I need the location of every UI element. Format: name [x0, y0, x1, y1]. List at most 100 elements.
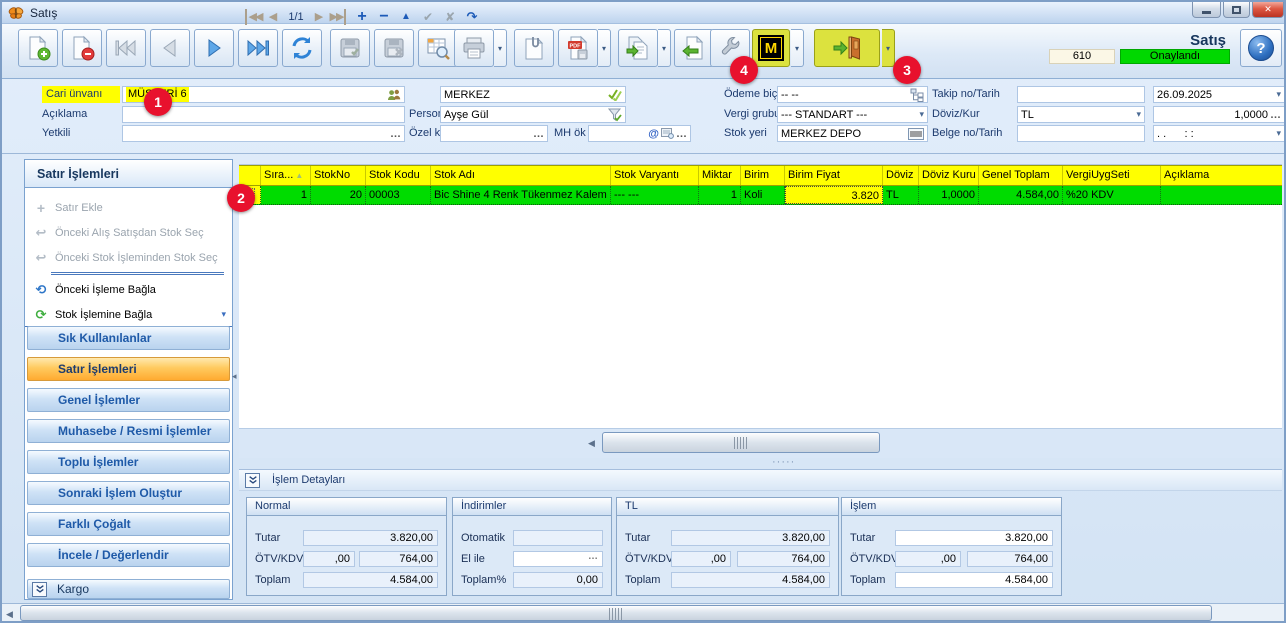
exit-dropdown[interactable]: ▾ [882, 29, 895, 67]
cell-miktar[interactable]: 1 [699, 186, 741, 204]
chevron-down-icon[interactable]: ▾ [1276, 89, 1281, 100]
sidebar-item-onceki-isleme-bagla[interactable]: ⟲ Önceki İşleme Bağla [25, 278, 232, 302]
kdv-field[interactable]: 764,00 [737, 551, 830, 567]
help-button[interactable]: ? [1240, 29, 1282, 67]
cell-sira[interactable]: 1 [261, 186, 311, 204]
nav-prev-button[interactable]: ◀ [266, 9, 278, 25]
last-record-button[interactable] [238, 29, 278, 67]
odeme-bicimi-field[interactable]: -- -- [777, 86, 928, 103]
chevron-down-icon[interactable]: ▾ [919, 109, 924, 120]
preview-button[interactable] [418, 29, 458, 67]
nav-post-button[interactable]: ✔ [420, 9, 436, 25]
otv-field[interactable]: ,00 [303, 551, 355, 567]
sidebar-item-satir-ekle[interactable]: + Satır Ekle [25, 196, 232, 220]
row-selector-header[interactable] [239, 166, 261, 185]
attachment-button[interactable] [514, 29, 554, 67]
cell-birim[interactable]: Koli [741, 186, 785, 204]
cell-birim-fiyat[interactable]: 3.820 [785, 186, 883, 204]
new-record-button[interactable] [18, 29, 58, 67]
sidebar-item-onceki-alis[interactable]: ↩ Önceki Alış Satışdan Stok Seç [25, 221, 232, 245]
sidebar-section-muhasebe[interactable]: Muhasebe / Resmi İşlemler [27, 419, 230, 443]
grid-hscrollbar-thumb[interactable] [602, 432, 880, 453]
details-header[interactable]: İşlem Detayları [239, 469, 1282, 491]
copy-transfer-button[interactable] [618, 29, 658, 67]
vergi-grubu-field[interactable]: --- STANDART ---▾ [777, 106, 928, 123]
tutar-field[interactable]: 3.820,00 [895, 530, 1053, 546]
sidebar-item-stok-islemine-bagla[interactable]: ⟳ Stok İşlemine Bağla ▾ [25, 303, 232, 327]
cell-stok-adi[interactable]: Bic Shine 4 Renk Tükenmez Kalem [431, 186, 611, 204]
export-pdf-dropdown[interactable]: ▾ [598, 29, 611, 67]
hscroll-left-arrow[interactable]: ◀ [588, 435, 595, 451]
takip-no-field[interactable] [1017, 86, 1145, 103]
first-record-button[interactable] [106, 29, 146, 67]
otv-field[interactable]: ,00 [671, 551, 731, 567]
cell-doviz[interactable]: TL [883, 186, 919, 204]
column-header-doviz-kuru[interactable]: Döviz Kuru [919, 166, 979, 185]
module-m-dropdown[interactable]: ▾ [791, 29, 804, 67]
kur-field[interactable]: 1,0000… [1153, 106, 1285, 123]
nav-cancel-button[interactable]: ✘ [442, 9, 458, 25]
bottom-scroll-left-arrow[interactable]: ◀ [6, 606, 13, 622]
next-record-button[interactable] [194, 29, 234, 67]
tutar-field[interactable]: 3.820,00 [671, 530, 830, 546]
maximize-button[interactable] [1223, 2, 1250, 18]
column-header-birim[interactable]: Birim [741, 166, 785, 185]
cell-vergi[interactable]: %20 KDV [1063, 186, 1161, 204]
sidebar-section-genel-islemler[interactable]: Genel İşlemler [27, 388, 230, 412]
nav-delete-row-button[interactable]: − [376, 9, 392, 25]
nav-first-button[interactable]: ◀◀ [245, 9, 263, 25]
kdv-field[interactable]: 764,00 [359, 551, 438, 567]
exit-button[interactable] [814, 29, 880, 67]
chevron-down-icon[interactable]: ▾ [1136, 109, 1141, 120]
column-header-aciklama[interactable]: Açıklama [1161, 166, 1282, 185]
stok-yeri-field[interactable]: MERKEZ DEPO [777, 125, 928, 142]
ellipsis-icon[interactable]: … [390, 129, 401, 139]
grid-row-selected[interactable]: 1 20 00003 Bic Shine 4 Renk Tükenmez Kal… [239, 186, 1282, 205]
sidebar-section-toplu-islemler[interactable]: Toplu İşlemler [27, 450, 230, 474]
save-button[interactable] [330, 29, 370, 67]
nav-refresh-button[interactable]: ↷ [464, 9, 480, 25]
nav-last-button[interactable]: ▶▶ [328, 9, 346, 25]
chevron-down-icon[interactable]: ▾ [221, 309, 226, 320]
column-header-stok-varyanti[interactable]: Stok Varyantı [611, 166, 699, 185]
chevron-double-down-icon[interactable] [245, 473, 260, 488]
sidebar-splitter[interactable]: ◂ [232, 368, 237, 384]
nav-next-button[interactable]: ▶ [312, 9, 324, 25]
belge-no-field[interactable] [1017, 125, 1145, 142]
kdv-field[interactable]: 764,00 [967, 551, 1053, 567]
doviz-field[interactable]: TL▾ [1017, 106, 1145, 123]
ozel-kod-field[interactable]: … [440, 125, 548, 142]
copy-transfer-dropdown[interactable]: ▾ [658, 29, 671, 67]
report-icon[interactable] [661, 128, 674, 139]
module-m-button[interactable]: M [752, 29, 790, 67]
nav-edit-button[interactable]: ▲ [398, 9, 414, 25]
chevron-double-down-icon[interactable] [32, 582, 47, 597]
barcode-icon[interactable] [908, 128, 924, 140]
column-header-vergi[interactable]: VergiUygSeti [1063, 166, 1161, 185]
otomatik-field[interactable] [513, 530, 603, 546]
toplam-field[interactable]: 4.584,00 [303, 572, 438, 588]
nav-add-row-button[interactable]: + [354, 9, 370, 25]
delete-record-button[interactable] [62, 29, 102, 67]
column-header-sira[interactable]: Sıra...▲ [261, 166, 311, 185]
sidebar-section-sonraki-islem[interactable]: Sonraki İşlem Oluştur [27, 481, 230, 505]
nokta-field[interactable]: MERKEZ [440, 86, 626, 103]
cell-genel-toplam[interactable]: 4.584,00 [979, 186, 1063, 204]
ellipsis-icon[interactable]: … [588, 552, 598, 562]
column-header-stok-kodu[interactable]: Stok Kodu [366, 166, 431, 185]
mh-ok-field[interactable]: @ … [588, 125, 691, 142]
cell-stok-kodu[interactable]: 00003 [366, 186, 431, 204]
ellipsis-icon[interactable]: … [676, 129, 687, 139]
column-header-miktar[interactable]: Miktar [699, 166, 741, 185]
close-button[interactable]: ✕ [1252, 2, 1284, 18]
sidebar-section-satir-islemleri[interactable]: Satır İşlemleri [27, 357, 230, 381]
ellipsis-icon[interactable]: … [533, 129, 544, 139]
toplam-field[interactable]: 4.584,00 [671, 572, 830, 588]
toplam-field[interactable]: 4.584,00 [895, 572, 1053, 588]
export-pdf-button[interactable]: PDF [558, 29, 598, 67]
sidebar-section-incele[interactable]: İncele / Değerlendir [27, 543, 230, 567]
column-header-genel-toplam[interactable]: Genel Toplam [979, 166, 1063, 185]
cell-stokno[interactable]: 20 [311, 186, 366, 204]
personel-field[interactable]: Ayşe Gül [440, 106, 626, 123]
sidebar-section-farkli-cogalt[interactable]: Farklı Çoğalt [27, 512, 230, 536]
